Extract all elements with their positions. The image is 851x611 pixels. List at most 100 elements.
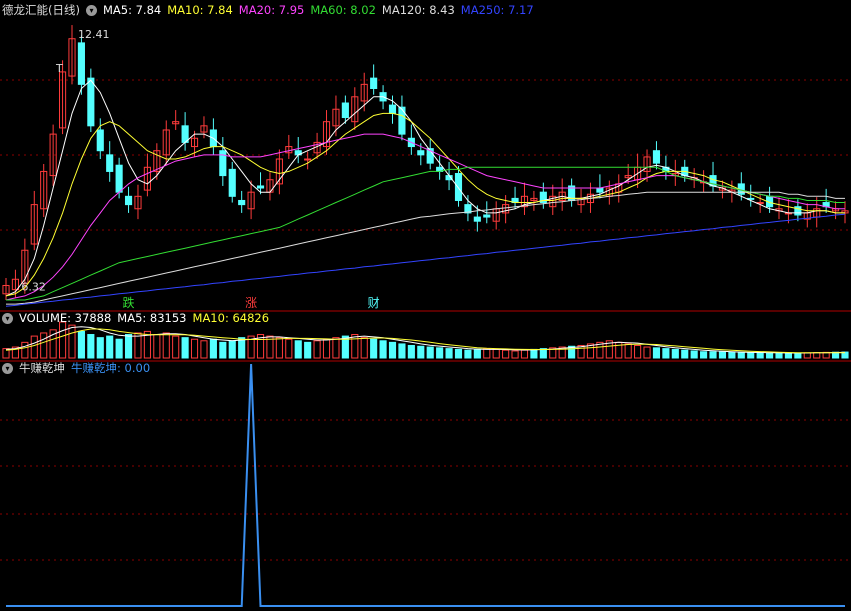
volume-bar <box>238 337 246 359</box>
volume-bar <box>87 334 95 359</box>
volume-bar <box>379 340 387 359</box>
candle-body <box>304 158 312 161</box>
ma60-label: MA60: 8.02 <box>310 3 376 17</box>
candle-body <box>106 154 114 172</box>
volume-bars <box>2 321 849 359</box>
volume-bar <box>77 330 85 359</box>
volume-bar <box>464 349 472 359</box>
candlestick-series <box>2 25 849 300</box>
volume-bar <box>643 346 651 359</box>
signal-marker: 财 <box>368 296 380 310</box>
volume-bar <box>511 350 519 359</box>
volume-bar <box>756 352 764 359</box>
low-price-label: 6.32 <box>21 281 45 294</box>
ma5-label: MA5: 7.84 <box>102 3 162 17</box>
volume-bar <box>784 352 793 359</box>
volume-bar <box>190 338 199 359</box>
volume-bar <box>322 338 331 359</box>
t-marker: T <box>55 62 63 75</box>
indicator-series <box>6 363 845 607</box>
volume-label: VOLUME: 37888 <box>19 311 112 325</box>
volume-bar <box>700 351 708 359</box>
volume-bar <box>398 343 406 359</box>
volume-bar <box>737 352 745 359</box>
volume-bar <box>172 335 180 359</box>
candle-body <box>398 106 406 135</box>
volume-bar <box>454 348 463 359</box>
volume-bar <box>304 341 312 359</box>
candle-body <box>417 150 425 156</box>
volume-bar <box>96 337 104 359</box>
volume-bar <box>728 351 736 359</box>
volume-bar <box>68 324 76 359</box>
candle-body <box>115 164 123 193</box>
candle-body <box>596 187 604 193</box>
volume-bar <box>115 338 123 359</box>
volume-bar <box>332 337 340 359</box>
chart-title[interactable]: 德龙汇能(日线) <box>2 2 80 18</box>
indicator-legend: ▾ 牛赚乾坤 牛赚乾坤: 0.00 <box>2 360 150 376</box>
volume-bar <box>775 352 783 359</box>
volume-bar <box>181 337 189 359</box>
volume-bar <box>360 337 368 359</box>
volume-bar <box>200 340 208 359</box>
volume-bar <box>520 349 529 359</box>
ma120-label: MA120: 8.43 <box>381 3 455 17</box>
main-legend: 德龙汇能(日线) ▾ MA5: 7.84 MA10: 7.84 MA20: 7.… <box>2 2 534 18</box>
volume-bar <box>209 338 217 359</box>
volume-bar <box>624 343 632 359</box>
volume-bar <box>417 345 425 359</box>
volume-bar <box>407 344 415 359</box>
chevron-down-icon[interactable]: ▾ <box>2 362 13 374</box>
high-price-label: 12.41 <box>78 28 110 41</box>
volume-bar <box>58 321 67 359</box>
candle-body <box>238 199 246 206</box>
volume-bar <box>134 332 142 359</box>
candle-body <box>228 168 236 197</box>
volume-bar <box>794 352 802 359</box>
moving-average-lines <box>5 79 846 307</box>
signal-marker: 涨 <box>245 295 257 310</box>
volume-bar <box>681 349 689 359</box>
volume-bar <box>275 337 283 359</box>
volume-bar <box>219 341 227 359</box>
candle-body <box>454 173 463 201</box>
ma250-label: MA250: 7.17 <box>460 3 534 17</box>
volume-bar <box>803 352 811 359</box>
volume-bar <box>709 351 717 359</box>
candle-body <box>652 150 661 164</box>
volume-bar <box>652 347 661 359</box>
chevron-down-icon[interactable]: ▾ <box>85 4 97 16</box>
indicator-line <box>6 363 845 607</box>
chevron-down-icon[interactable]: ▾ <box>2 312 13 324</box>
volume-bar <box>766 352 774 359</box>
candle-body <box>124 195 133 206</box>
volume-bar <box>502 349 510 359</box>
volume-bar <box>30 335 38 359</box>
volume-bar <box>690 350 698 359</box>
volume-bar <box>285 338 293 359</box>
volume-bar <box>40 332 48 359</box>
volume-bar <box>153 334 161 359</box>
signal-marker: 跌 <box>123 295 135 310</box>
candle-body <box>483 214 491 218</box>
indicator-title[interactable]: 牛赚乾坤 <box>19 360 65 376</box>
chart-canvas: 12.41 6.32 T 跌 涨 财 <box>0 25 851 607</box>
volume-bar <box>671 348 679 359</box>
volume-legend: ▾ VOLUME: 37888 MA5: 83153 MA10: 64826 <box>2 310 269 326</box>
volume-ma10-label: MA10: 64826 <box>192 311 270 325</box>
indicator-value-label: 牛赚乾坤: 0.00 <box>71 361 151 375</box>
volume-bar <box>718 351 727 359</box>
volume-bar <box>21 341 29 359</box>
volume-bar <box>492 348 500 359</box>
volume-bar <box>370 338 378 359</box>
volume-bar <box>294 340 302 359</box>
volume-bar <box>473 348 481 359</box>
volume-bar <box>162 332 170 359</box>
candle-body <box>341 102 349 119</box>
volume-bar <box>747 352 755 359</box>
candle-body <box>256 185 265 189</box>
volume-bar <box>662 348 670 359</box>
ma10-label: MA10: 7.84 <box>167 3 233 17</box>
volume-bar <box>530 348 538 359</box>
